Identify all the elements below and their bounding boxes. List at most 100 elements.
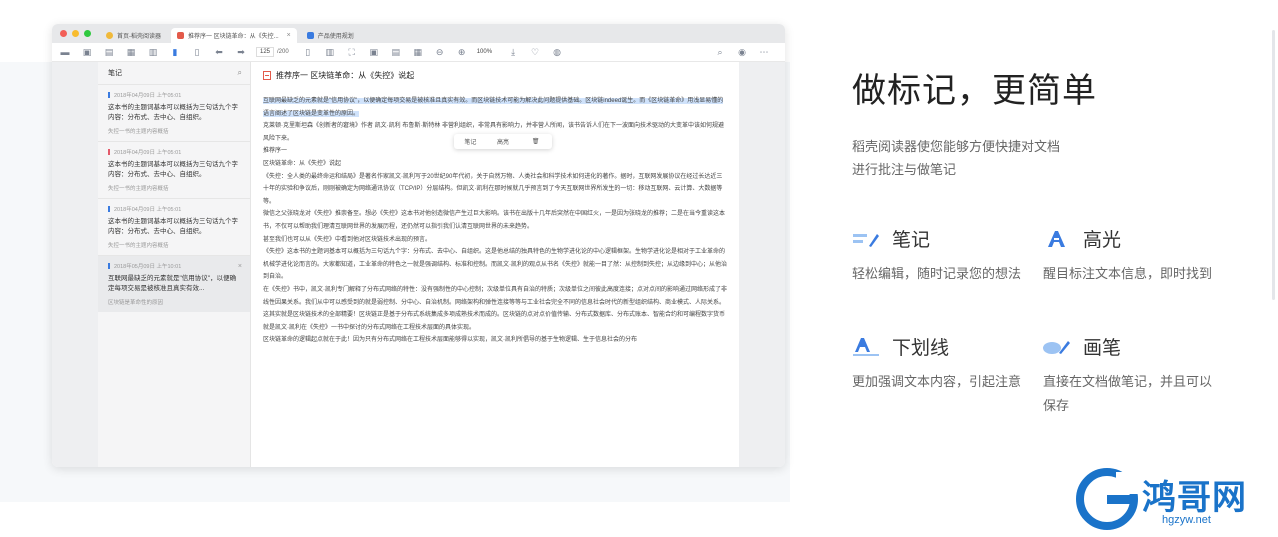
tab-document[interactable]: 推荐序一 区块链革命：从《失控... ×	[171, 28, 297, 43]
grid-icon[interactable]: ▦	[124, 46, 138, 58]
selection-popup: 笔记 高亮 🗑	[454, 134, 552, 149]
toolbar: ▬ ▣ ▤ ▦ ▥ ▮ ▯ ⬅ ➡ 125 /200 ▯ ▥ ⛶ ▣ ▤ ▦ ⊖…	[52, 43, 785, 62]
paragraph: 区块链革命：从《失控》说起	[263, 160, 342, 167]
page-scrollbar[interactable]	[1272, 30, 1275, 300]
maximize-window-button[interactable]	[84, 30, 91, 37]
feature-desc: 轻松编辑，随时记录您的想法	[852, 266, 1022, 281]
description: 稻壳阅读器使您能够方便快捷对文档进行批注与做笔记	[852, 139, 1061, 177]
note-color-marker	[108, 92, 110, 98]
palette-icon[interactable]: ◍	[550, 46, 564, 58]
right-margin	[739, 62, 785, 467]
note-text: 这本书的主题词基本可以概括为三句话九个字内容：分布式、去中心、自组织。	[108, 218, 238, 235]
note-item[interactable]: 2018年04月09日 上午05:01 这本书的主题词基本可以概括为三句话九个字…	[98, 84, 250, 141]
rotate-icon[interactable]: ▣	[367, 46, 381, 58]
notes-icon[interactable]: ▮	[168, 46, 182, 58]
folder-icon[interactable]: ▬	[58, 46, 72, 58]
reader-window: 首页-稻壳阅读器 推荐序一 区块链革命：从《失控... × 产品使用规划 ▬ ▣…	[52, 24, 785, 467]
pdf-icon	[263, 71, 271, 80]
user-icon[interactable]: ◉	[735, 46, 749, 58]
note-source: 区块链是革命性的原因	[108, 300, 164, 306]
notes-header: 笔记 ⌕	[98, 62, 250, 84]
note-date: 2018年04月09日 上午05:01	[114, 93, 182, 99]
close-icon[interactable]: ×	[287, 32, 291, 39]
search-icon[interactable]: ⌕	[238, 68, 242, 78]
feature-title: 笔记	[892, 230, 931, 251]
paragraph: 区块链革命的逻辑起点就在于此！因为只有分布式网络在工程技术层面能够得以实现，凯文…	[263, 337, 638, 344]
note-item[interactable]: 2018年04月09日 上午05:01 这本书的主题词基本可以概括为三句话九个字…	[98, 198, 250, 255]
tab-plan[interactable]: 产品使用规划	[301, 28, 360, 43]
note-text: 这本书的主题词基本可以概括为三句话九个字内容：分布式、去中心、自组织。	[108, 161, 238, 178]
page-total: /200	[277, 49, 289, 55]
bookmark-icon[interactable]: ▯	[190, 46, 204, 58]
highlight-button[interactable]: 高亮	[487, 137, 520, 146]
add-note-button[interactable]: 笔记	[454, 137, 487, 146]
tab-label: 推荐序一 区块链革命：从《失控...	[188, 34, 279, 40]
note-source: 失控一书的主题内容概括	[108, 129, 169, 135]
note-text: 互联网最缺乏的元素就是"信用协议"，以便确定每项交易是被核准且真实有效...	[108, 275, 237, 292]
download-icon[interactable]: ⤓	[506, 46, 520, 58]
tab-label: 首页-稻壳阅读器	[117, 34, 161, 40]
feature-desc: 更加强调文本内容，引起注意	[852, 374, 1022, 389]
paragraph: 微信之父张晓龙对《失控》推崇备至。想必《失控》这本书对他创造微信产生过巨大影响。…	[263, 211, 726, 230]
arrow-left-icon[interactable]: ⬅	[212, 46, 226, 58]
headline: 做标记，更简单	[852, 71, 1097, 111]
document-page: 推荐序一 区块链革命：从《失控》说起 互联网最缺乏的元素就是"信用协议"，以便确…	[251, 62, 739, 467]
note-color-marker	[108, 206, 110, 212]
save-icon[interactable]: ▣	[80, 46, 94, 58]
title-bar: 首页-稻壳阅读器 推荐序一 区块链革命：从《失控... × 产品使用规划	[52, 24, 785, 43]
page-input[interactable]: 125	[256, 47, 275, 57]
image-icon[interactable]: ▦	[411, 46, 425, 58]
minimize-window-button[interactable]	[72, 30, 79, 37]
highlighted-text[interactable]: 互联网最缺乏的元素就是"信用协议"，以便确定每项交易是被核准且真实有效。而区块链…	[263, 98, 724, 117]
paragraph: 甚至我们也可以从《失控》中看到他对区块链技术出现的预言。	[263, 236, 432, 243]
note-color-marker	[108, 263, 110, 269]
note-date: 2018年04月09日 上午05:01	[114, 150, 182, 156]
feature-desc: 醒目标注文本信息，即时找到	[1043, 266, 1213, 281]
more-icon[interactable]: ⋯	[757, 46, 771, 58]
left-margin	[52, 62, 98, 467]
close-window-button[interactable]	[60, 30, 67, 37]
layout-icon[interactable]: ▤	[389, 46, 403, 58]
note-item[interactable]: 2018年04月09日 上午05:01 这本书的主题词基本可以概括为三句话九个字…	[98, 141, 250, 198]
close-icon[interactable]: ×	[238, 263, 242, 270]
feature-desc: 直接在文档做笔记，并且可以保存	[1043, 374, 1213, 413]
watermark-logo: 鸿哥网 hgzyw.net	[1076, 468, 1276, 534]
note-source: 失控一书的主题内容概括	[108, 243, 169, 249]
highlighted-paragraph[interactable]: 互联网最缺乏的元素就是"信用协议"，以便确定每项交易是被核准且真实有效。而区块链…	[263, 95, 727, 120]
zoom-select[interactable]: 100%	[477, 49, 492, 55]
tab-label: 产品使用规划	[317, 34, 354, 40]
logo-g-icon	[1076, 468, 1138, 530]
note-item-selected[interactable]: 2018年05月09日 上午10:01 × 互联网最缺乏的元素就是"信用协议"，以…	[98, 255, 250, 312]
arrow-right-icon[interactable]: ➡	[234, 46, 248, 58]
tab-home[interactable]: 首页-稻壳阅读器	[100, 28, 167, 43]
paragraph: 《失控》这本书的主题词基本可以概括为三句话九个字：分布式、去中心、自组织。这是他…	[263, 249, 728, 281]
paragraph: 在《失控》书中，凯文·凯利专门解释了分布式网络的特性：没有强制性的中心控制；次级…	[263, 286, 728, 331]
fit-icon[interactable]: ⛶	[345, 46, 359, 58]
feature-highlight: 高光 醒目标注文本信息，即时找到	[1043, 225, 1213, 286]
feature-title: 画笔	[1083, 338, 1122, 359]
sidebar-icon[interactable]: ▥	[146, 46, 160, 58]
feature-brush: 画笔 直接在文档做笔记，并且可以保存	[1043, 333, 1213, 418]
zoom-in-icon[interactable]: ⊕	[455, 46, 469, 58]
watermark-text: 鸿哥网	[1142, 478, 1247, 518]
trash-icon[interactable]: 🗑	[519, 138, 552, 145]
double-page-icon[interactable]: ▥	[323, 46, 337, 58]
note-color-marker	[108, 149, 110, 155]
paragraph: 《失控：全人类的最终命运和结局》是著名作家凯文·凯利写于20世纪90年代初，关于…	[263, 173, 723, 205]
document-title: 推荐序一 区块链革命：从《失控》说起	[263, 70, 727, 81]
single-page-icon[interactable]: ▯	[301, 46, 315, 58]
note-date: 2018年04月09日 上午05:01	[114, 207, 182, 213]
feature-title: 下划线	[892, 338, 950, 359]
search-icon[interactable]: ⌕	[713, 46, 727, 58]
note-date: 2018年05月09日 上午10:01	[114, 264, 182, 270]
zoom-out-icon[interactable]: ⊖	[433, 46, 447, 58]
feature-note: 笔记 轻松编辑，随时记录您的想法	[852, 225, 1022, 286]
highlight-a-icon	[1043, 228, 1071, 250]
heart-icon[interactable]: ♡	[528, 46, 542, 58]
document-title-text: 推荐序一 区块链革命：从《失控》说起	[276, 71, 415, 80]
watermark-url: hgzyw.net	[1162, 514, 1211, 526]
app-logo-icon	[106, 32, 113, 39]
print-icon[interactable]: ▤	[102, 46, 116, 58]
notes-title: 笔记	[108, 70, 122, 77]
notes-panel: 笔记 ⌕ 2018年04月09日 上午05:01 这本书的主题词基本可以概括为三…	[98, 62, 251, 467]
